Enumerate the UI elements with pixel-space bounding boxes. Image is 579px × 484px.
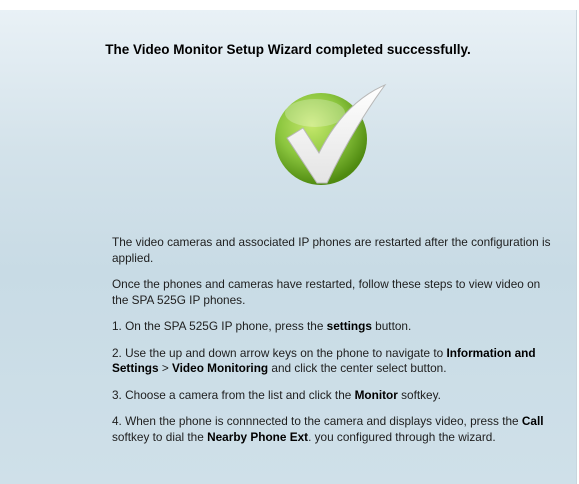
settings-button-label: settings xyxy=(326,319,372,333)
paragraph-view-video: Once the phones and cameras have restart… xyxy=(112,277,541,307)
video-monitoring-label: Video Monitoring xyxy=(172,361,269,375)
step-1: 1. On the SPA 525G IP phone, press the s… xyxy=(112,319,412,333)
step-2: 2. Use the up and down arrow keys on the… xyxy=(112,345,536,376)
green-checkmark-icon xyxy=(273,83,403,193)
wizard-title: The Video Monitor Setup Wizard completed… xyxy=(105,42,471,57)
wizard-panel: The Video Monitor Setup Wizard completed… xyxy=(0,10,577,484)
call-softkey-label: Call xyxy=(521,414,544,428)
paragraph-restart-info: The video cameras and associated IP phon… xyxy=(112,235,551,265)
step-3: 3. Choose a camera from the list and cli… xyxy=(112,387,441,402)
instructions: The video cameras and associated IP phon… xyxy=(112,235,557,456)
nearby-phone-ext-label: Nearby Phone Ext xyxy=(207,429,309,444)
step-4: 4. When the phone is connnected to the c… xyxy=(112,414,544,444)
monitor-softkey-label: Monitor xyxy=(354,387,398,402)
